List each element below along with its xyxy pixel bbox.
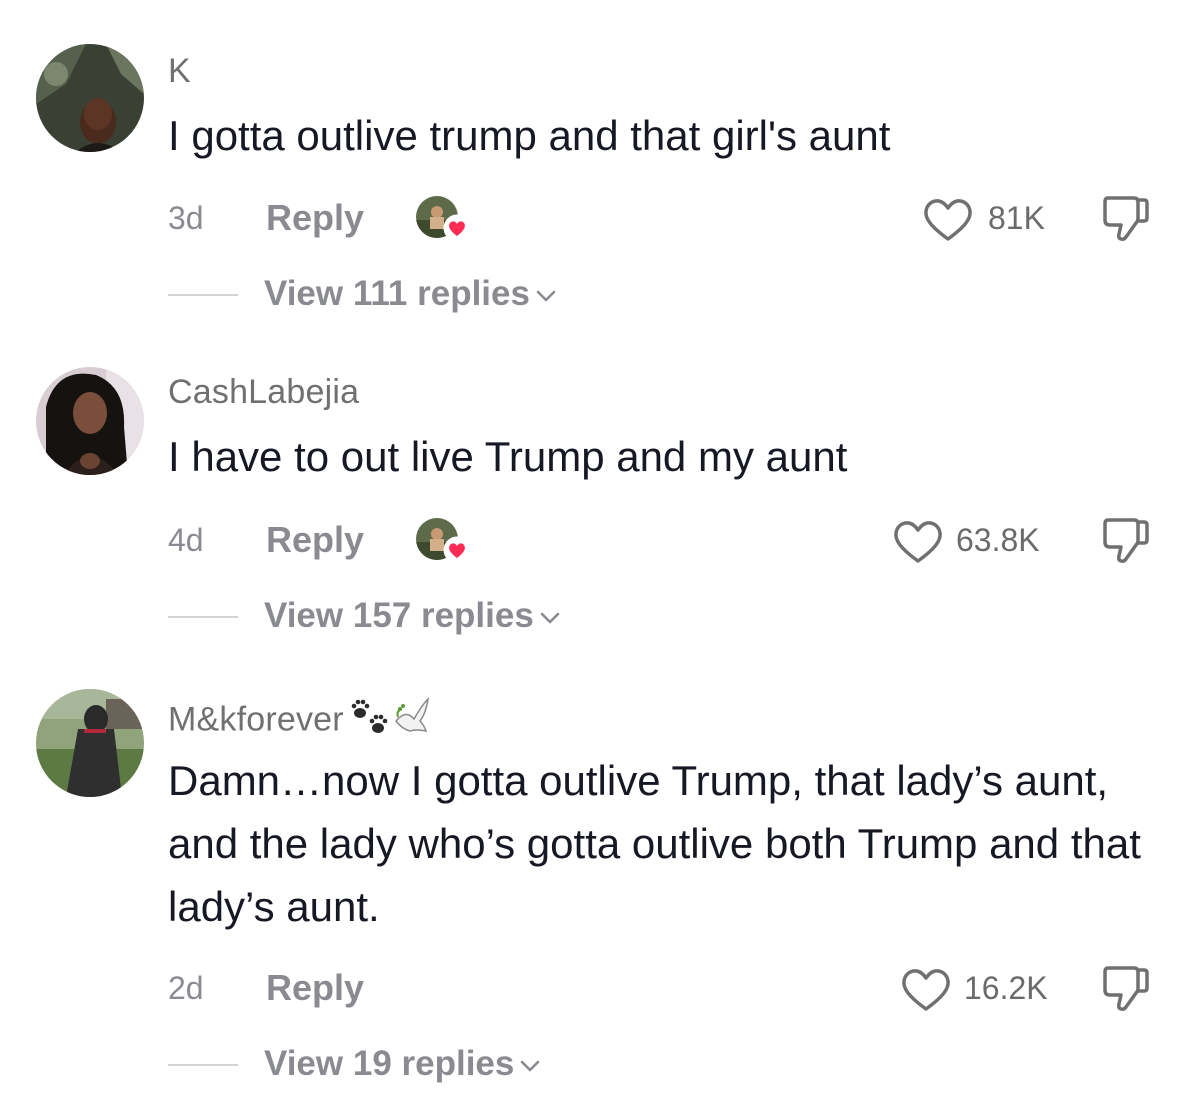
dove-icon (392, 695, 432, 748)
username[interactable]: CashLabejia (168, 373, 359, 412)
heart-outline-icon[interactable] (922, 197, 974, 243)
view-replies-label: View 157 replies (264, 596, 534, 635)
like-count: 81K (988, 200, 1045, 236)
dislike-icon[interactable] (1098, 192, 1152, 246)
avatar[interactable] (36, 44, 144, 152)
paw-prints-icon (346, 697, 390, 746)
chevron-down-icon (536, 290, 556, 302)
view-replies-label: View 19 replies (264, 1044, 515, 1083)
comment-timestamp: 2d (168, 970, 204, 1006)
divider (168, 616, 238, 618)
dog-avatar-image (36, 689, 144, 797)
user-avatar-image (36, 367, 144, 475)
reply-button[interactable]: Reply (266, 967, 364, 1009)
reply-button[interactable]: Reply (266, 519, 364, 561)
avatar[interactable] (36, 689, 144, 797)
heart-outline-icon[interactable] (900, 967, 952, 1013)
heart-icon (443, 214, 471, 242)
username[interactable]: K (168, 52, 191, 91)
chevron-down-icon (521, 1060, 540, 1072)
comment-text: Damn…now I gotta outlive Trump, that lad… (168, 757, 1141, 930)
chevron-down-icon (540, 612, 560, 624)
view-replies-button[interactable]: View 111 replies (264, 274, 556, 314)
comment-timestamp: 3d (168, 200, 204, 236)
like-count: 63.8K (956, 522, 1040, 558)
creator-liked-badge (416, 518, 472, 568)
divider (168, 294, 238, 296)
username[interactable]: M&kforever (168, 695, 432, 748)
like-count: 16.2K (964, 970, 1048, 1006)
comment-text: I have to out live Trump and my aunt (168, 433, 848, 480)
dislike-icon[interactable] (1098, 962, 1152, 1016)
heart-icon (443, 536, 471, 564)
user-avatar-image (36, 44, 144, 152)
avatar[interactable] (36, 367, 144, 475)
username-text: M&kforever (168, 700, 344, 739)
dislike-icon[interactable] (1098, 514, 1152, 568)
view-replies-button[interactable]: View 19 replies (264, 1044, 540, 1084)
view-replies-button[interactable]: View 157 replies (264, 596, 560, 636)
reply-button[interactable]: Reply (266, 197, 364, 239)
creator-liked-badge (416, 196, 472, 246)
comment-timestamp: 4d (168, 522, 204, 558)
divider (168, 1064, 238, 1066)
comment-text: I gotta outlive trump and that girl's au… (168, 112, 891, 159)
heart-outline-icon[interactable] (892, 519, 944, 565)
view-replies-label: View 111 replies (264, 274, 530, 313)
